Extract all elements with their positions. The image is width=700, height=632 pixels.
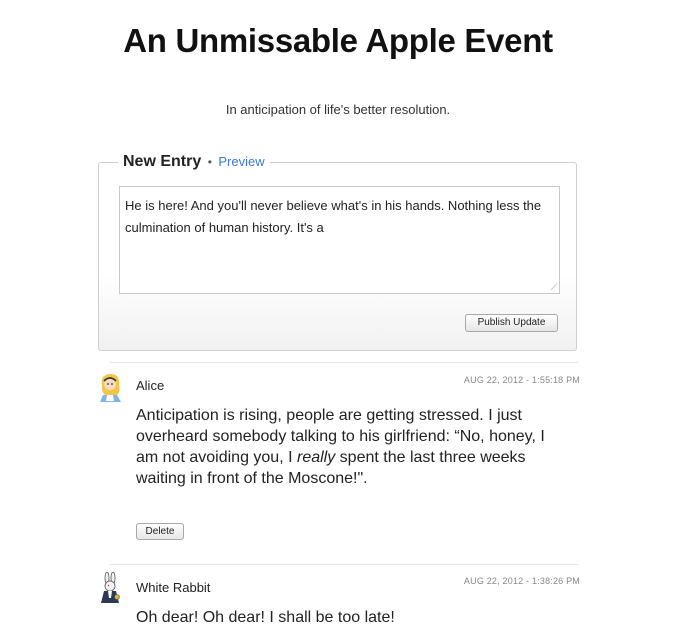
new-entry-legend: New Entry • Preview [118,152,270,172]
white-rabbit-avatar-icon [96,571,126,604]
post-author: White Rabbit [136,580,211,595]
legend-separator: • [207,155,212,169]
post-body: Anticipation is rising, people are getti… [136,405,566,489]
post-item: Alice AUG 22, 2012 - 1:55:18 PM Anticipa… [96,371,580,551]
post-body-emphasis: really [296,449,336,466]
divider [110,362,578,363]
post-author: Alice [136,378,165,393]
delete-button[interactable]: Delete [136,523,184,540]
post-item: White Rabbit AUG 22, 2012 - 1:38:26 PM O… [96,571,580,632]
entry-textarea[interactable]: He is here! And you'll never believe wha… [119,186,560,294]
page-tagline: In anticipation of life's better resolut… [225,102,451,117]
page-title: An Unmissable Apple Event [123,22,553,59]
post-timestamp: AUG 22, 2012 - 1:38:26 PM [463,576,580,586]
divider [110,564,578,565]
publish-update-button[interactable]: Publish Update [465,314,558,332]
resize-grip-icon[interactable]: ⟋ [549,283,557,292]
new-entry-title: New Entry [123,153,202,170]
entry-textarea-value: He is here! And you'll never believe wha… [125,198,542,235]
alice-avatar-icon [96,371,126,403]
post-body: Oh dear! Oh dear! I shall be too late! [136,609,395,626]
post-timestamp: AUG 22, 2012 - 1:55:18 PM [463,375,580,385]
preview-link[interactable]: Preview [218,154,264,169]
